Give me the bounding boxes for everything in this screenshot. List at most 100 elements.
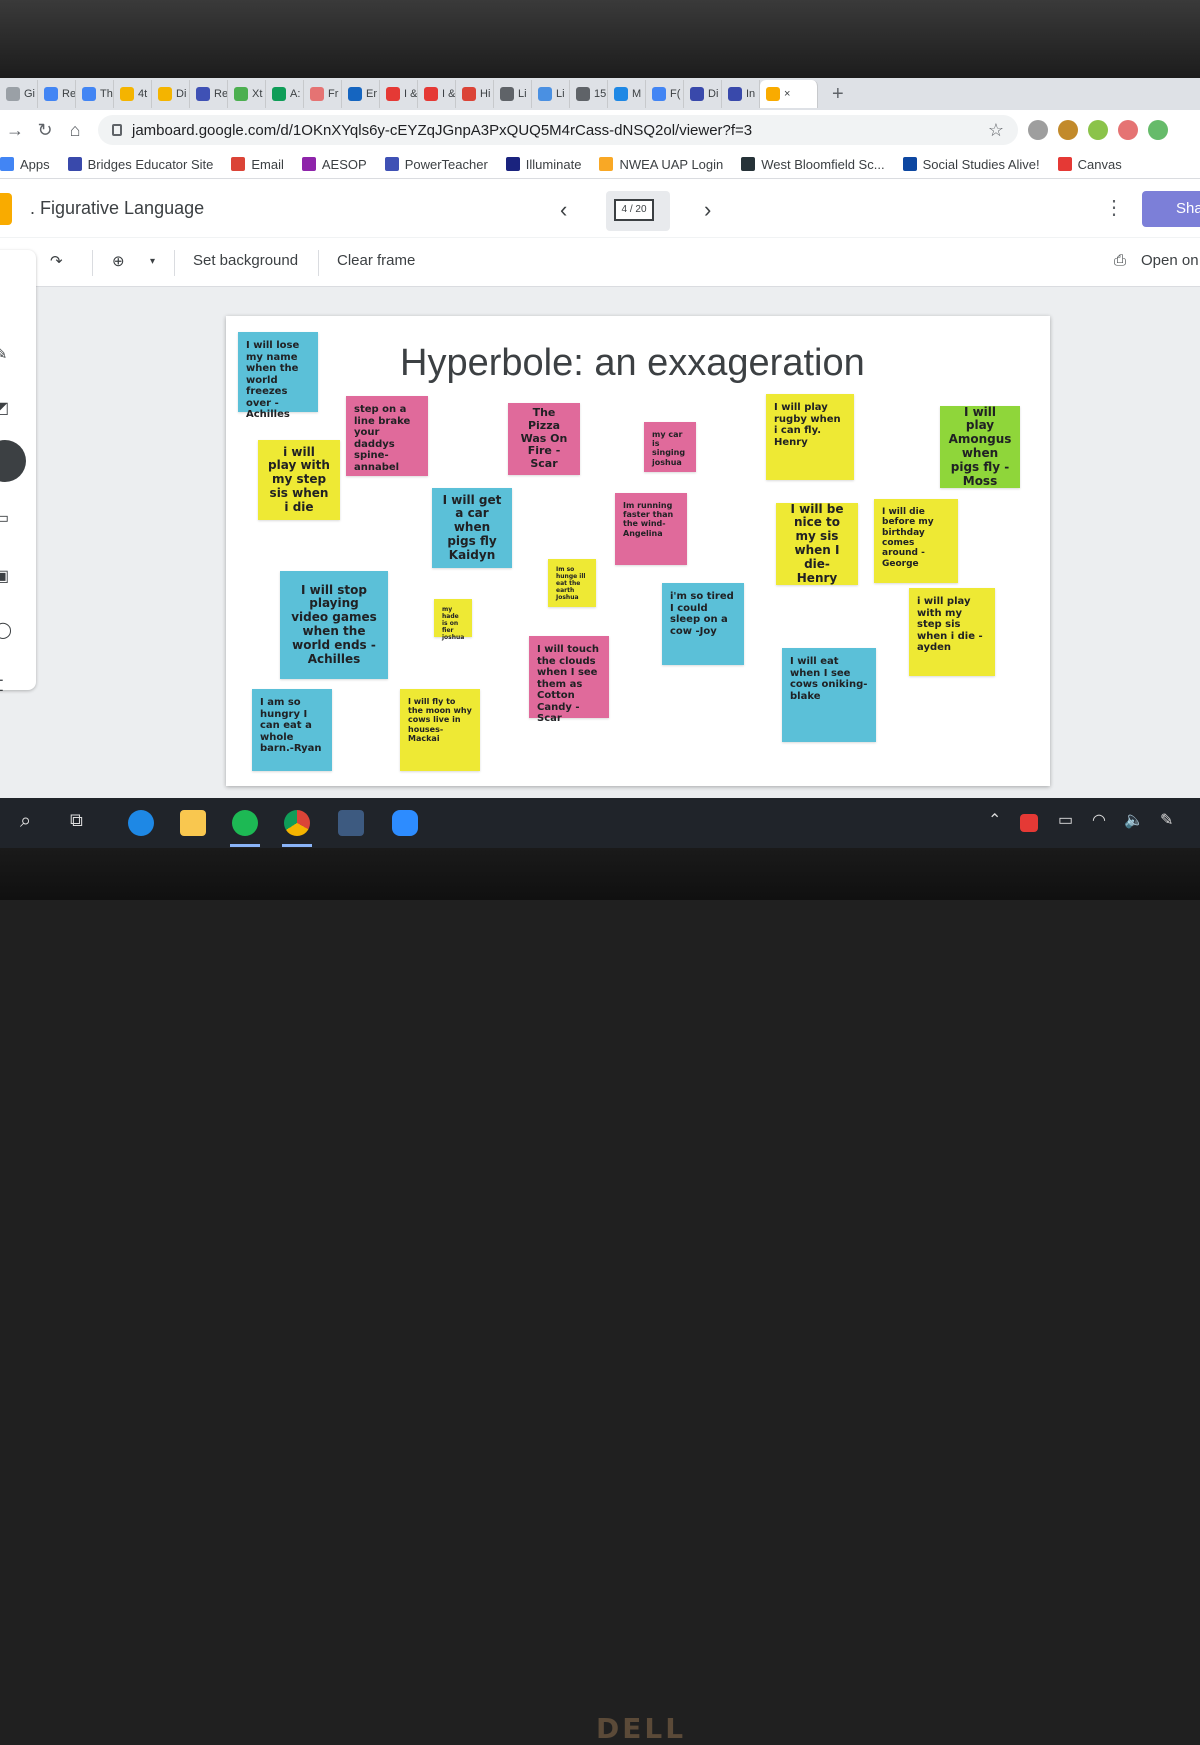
extension-icon[interactable] [1148, 120, 1168, 140]
spotify-icon[interactable] [232, 810, 258, 836]
browser-tab[interactable]: Xt [228, 80, 266, 108]
redo-icon[interactable]: ↷ [50, 252, 63, 270]
sticky-note[interactable]: i will play with my step sis when i die [258, 440, 340, 520]
address-bar[interactable]: jamboard.google.com/d/1OKnXYqls6y-cEYZqJ… [98, 115, 1018, 145]
clear-frame-button[interactable]: Clear frame [337, 252, 415, 269]
reload-icon[interactable]: ↻ [30, 120, 60, 141]
more-options-icon[interactable]: ⋮ [1104, 195, 1124, 220]
file-explorer-icon[interactable] [180, 810, 206, 836]
browser-tab[interactable]: Di [152, 80, 190, 108]
pen-settings-icon[interactable]: ✎ [1160, 810, 1186, 836]
bookmark-item[interactable]: PowerTeacher [384, 157, 488, 172]
browser-tab[interactable]: M [608, 80, 646, 108]
new-tab-button[interactable]: + [832, 83, 844, 106]
zoom-app-icon[interactable] [392, 810, 418, 836]
browser-tab[interactable]: A: [266, 80, 304, 108]
browser-tab[interactable]: Th [76, 80, 114, 108]
im-app-icon[interactable] [338, 810, 364, 836]
forward-icon[interactable]: → [0, 120, 30, 141]
browser-tab[interactable]: Re [190, 80, 228, 108]
extension-icon[interactable] [1088, 120, 1108, 140]
bookmark-icon [301, 157, 316, 171]
browser-tab[interactable]: Re [38, 80, 76, 108]
extension-icon[interactable] [1058, 120, 1078, 140]
browser-tab[interactable]: 15 [570, 80, 608, 108]
bookmark-item[interactable]: NWEA UAP Login [599, 157, 723, 172]
text-box-icon[interactable]: Ɪ [0, 674, 14, 695]
sticky-note[interactable]: I will be nice to my sis when I die-Henr… [776, 502, 858, 585]
edge-icon[interactable] [128, 810, 154, 836]
bookmark-item[interactable]: Bridges Educator Site [67, 157, 213, 172]
bookmark-item[interactable]: Social Studies Alive! [902, 157, 1040, 172]
jamboard-frame[interactable]: Hyperbole: an exxageration I will lose m… [226, 316, 1050, 786]
browser-tab[interactable]: I & [418, 80, 456, 108]
share-button[interactable]: Sha [1142, 191, 1200, 227]
bookmark-item[interactable]: West Bloomfield Sc... [741, 157, 885, 172]
browser-tab[interactable]: 4t [114, 80, 152, 108]
sticky-note[interactable]: I will touch the clouds when I see them … [529, 636, 609, 724]
sticky-note[interactable]: I will play Amongus when pigs fly -Moss [940, 405, 1020, 488]
bookmark-item[interactable]: Illuminate [505, 157, 581, 172]
sticky-note[interactable]: Im running faster than the wind-Angelina [615, 493, 687, 565]
browser-tab[interactable]: Di [684, 80, 722, 108]
sticky-note[interactable]: I am so hungry I can eat a whole barn.-R… [252, 689, 332, 771]
volume-icon[interactable]: 🔈 [1124, 810, 1150, 836]
sticky-note[interactable]: I will stop playing video games when the… [280, 571, 388, 679]
battery-icon[interactable]: ▭ [1058, 810, 1084, 836]
image-icon[interactable]: ▣ [0, 566, 14, 586]
browser-tab[interactable]: Hi [456, 80, 494, 108]
eraser-icon[interactable]: ◩ [0, 398, 14, 418]
bookmark-star-icon[interactable]: ☆ [988, 120, 1004, 141]
sticky-note[interactable]: step on a line brake your daddys spine-a… [346, 396, 428, 476]
sticky-note[interactable]: I will die before my birthday comes arou… [874, 499, 958, 583]
open-on-icon[interactable]: ⎙ [1114, 252, 1126, 269]
document-title[interactable]: . Figurative Language [30, 198, 204, 219]
circle-shape-icon[interactable]: ◯ [0, 620, 14, 640]
extension-icon[interactable] [1118, 120, 1138, 140]
sticky-note[interactable]: i'm so tired I could sleep on a cow -Joy [662, 583, 744, 665]
sticky-note[interactable]: I will fly to the moon why cows live in … [400, 689, 480, 771]
task-view-icon[interactable]: ⧉ [70, 810, 96, 836]
sticky-note[interactable]: I will play rugby when i can fly. Henry [766, 394, 854, 480]
sticky-note[interactable]: I will eat when I see cows oniking-blake [782, 648, 876, 742]
browser-tab[interactable]: I & [380, 80, 418, 108]
bookmark-item[interactable]: AESOP [301, 157, 367, 172]
next-frame-icon[interactable]: › [704, 197, 711, 223]
close-tab-icon[interactable]: × [784, 88, 790, 100]
browser-tab[interactable]: Li [494, 80, 532, 108]
sticky-note-icon[interactable]: ▭ [0, 508, 14, 528]
browser-tab[interactable]: In [722, 80, 760, 108]
zoom-dropdown-icon[interactable]: ▾ [150, 256, 155, 267]
sticky-note[interactable]: I will get a car when pigs fly Kaidyn [432, 488, 512, 568]
select-tool-active[interactable] [0, 440, 26, 482]
zoom-icon[interactable]: ⊕ [112, 252, 125, 270]
sticky-note[interactable]: I will lose my name when the world freez… [238, 332, 318, 420]
sticky-note[interactable]: my hade is on fier joshua [434, 599, 472, 641]
extension-icon[interactable] [1028, 120, 1048, 140]
sticky-note[interactable]: i will play with my step sis when i die … [909, 588, 995, 676]
set-background-button[interactable]: Set background [193, 252, 298, 269]
chrome-icon[interactable] [284, 810, 310, 836]
previous-frame-icon[interactable]: ‹ [560, 197, 567, 223]
search-icon[interactable]: ⌕ [20, 810, 46, 836]
browser-tab[interactable]: Li [532, 80, 570, 108]
sticky-note[interactable]: my car is singing joshua [644, 422, 696, 472]
pen-icon[interactable]: ✎ [0, 344, 14, 364]
browser-tab-active[interactable]: × [760, 80, 818, 108]
sticky-note[interactable]: The Pizza Was On Fire -Scar [508, 403, 580, 475]
browser-tab[interactable]: Gi [0, 80, 38, 108]
frame-bar-button[interactable]: 4 / 20 [606, 191, 670, 231]
chevron-up-icon[interactable]: ⌃ [988, 810, 1014, 836]
browser-tab[interactable]: Er [342, 80, 380, 108]
sticky-note[interactable]: Im so hunge ill eat the earth Joshua [548, 559, 596, 607]
open-on-button[interactable]: Open on [1141, 252, 1199, 269]
board-title[interactable]: Hyperbole: an exxageration [400, 342, 865, 385]
notification-icon[interactable] [1020, 814, 1038, 832]
browser-tab[interactable]: F( [646, 80, 684, 108]
browser-tab[interactable]: Fr [304, 80, 342, 108]
home-icon[interactable]: ⌂ [60, 120, 90, 141]
wifi-icon[interactable]: ◠ [1092, 810, 1118, 836]
bookmark-item[interactable]: Canvas [1057, 157, 1122, 172]
bookmark-item[interactable]: Email [231, 157, 284, 172]
bookmark-item[interactable]: Apps [0, 157, 50, 172]
